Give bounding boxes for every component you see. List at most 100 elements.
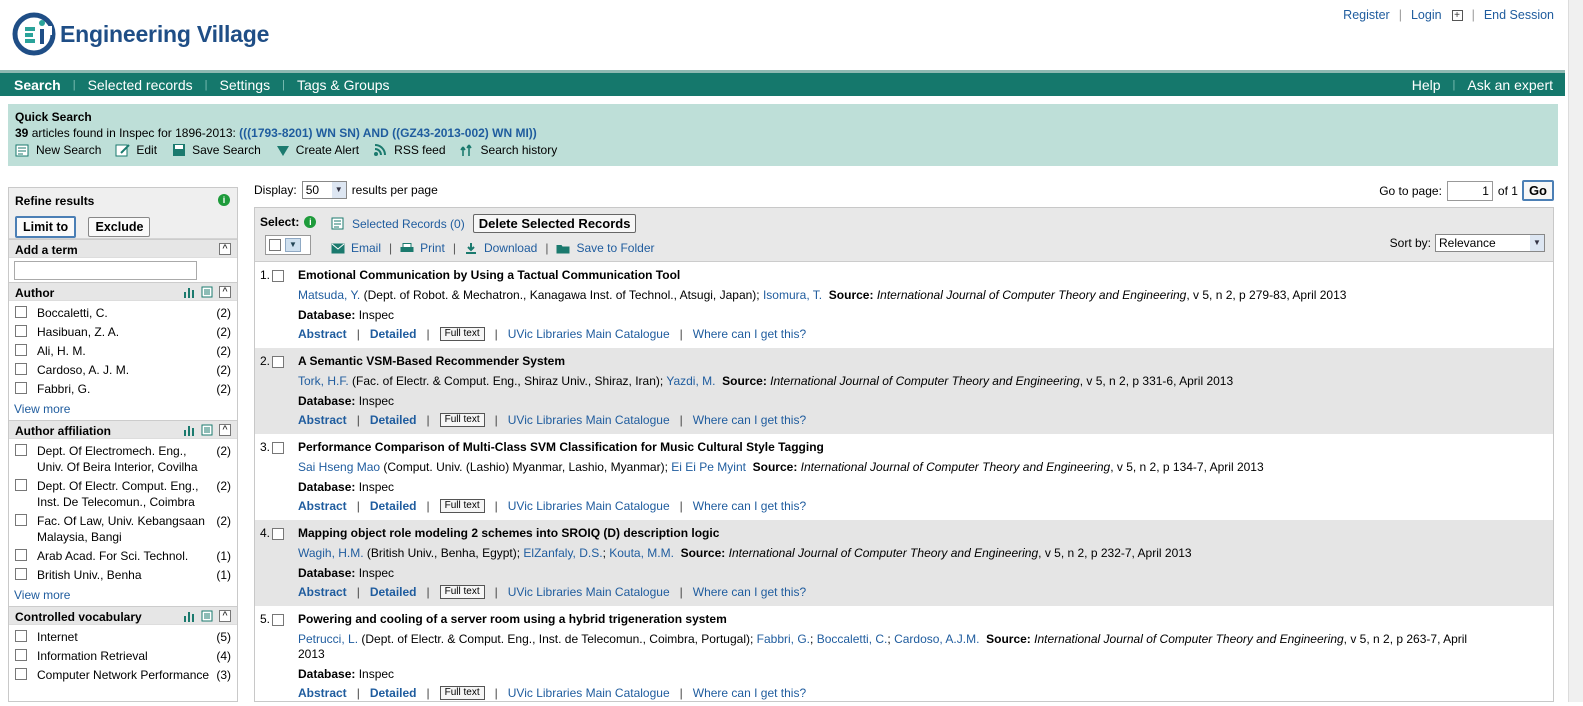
where-get-link[interactable]: Where can I get this?: [693, 327, 806, 341]
end-session-link[interactable]: End Session: [1484, 8, 1554, 22]
chart-icon[interactable]: [183, 286, 195, 298]
facet-checkbox[interactable]: [15, 382, 27, 394]
author-link[interactable]: Boccaletti, C.: [817, 632, 888, 646]
author-link[interactable]: Petrucci, L.: [298, 632, 358, 646]
register-link[interactable]: Register: [1343, 8, 1390, 22]
record-checkbox[interactable]: [272, 441, 285, 454]
tab-settings[interactable]: Settings: [215, 77, 274, 93]
tab-search[interactable]: Search: [10, 77, 65, 93]
expand-icon[interactable]: +: [1451, 9, 1463, 21]
abstract-link[interactable]: Abstract: [298, 686, 347, 700]
author-link[interactable]: Cardoso, A.J.M.: [894, 632, 979, 646]
author-link[interactable]: Isomura, T.: [763, 288, 822, 302]
full-text-button[interactable]: Full text: [439, 686, 485, 700]
catalogue-link[interactable]: UVic Libraries Main Catalogue: [508, 327, 670, 341]
abstract-link[interactable]: Abstract: [298, 413, 347, 427]
facet-checkbox[interactable]: [15, 568, 27, 580]
tab-tags-groups[interactable]: Tags & Groups: [293, 77, 394, 93]
info-icon[interactable]: i: [218, 194, 230, 206]
record-title[interactable]: Performance Comparison of Multi-Class SV…: [298, 440, 1483, 454]
sort-by-select[interactable]: Relevance ▼: [1435, 234, 1545, 252]
catalogue-link[interactable]: UVic Libraries Main Catalogue: [508, 413, 670, 427]
facet-checkbox[interactable]: [15, 444, 27, 456]
logo[interactable]: Engineering Village: [12, 12, 269, 56]
selected-records-link[interactable]: Selected Records (0): [352, 217, 465, 231]
author-link[interactable]: Kouta, M.M.: [609, 546, 674, 560]
delete-selected-button[interactable]: Delete Selected Records: [472, 214, 637, 233]
where-get-link[interactable]: Where can I get this?: [693, 499, 806, 513]
download-button[interactable]: Download: [464, 241, 537, 255]
record-checkbox[interactable]: [272, 355, 285, 368]
go-button[interactable]: Go: [1521, 180, 1554, 201]
catalogue-link[interactable]: UVic Libraries Main Catalogue: [508, 585, 670, 599]
detailed-link[interactable]: Detailed: [370, 327, 417, 341]
where-get-link[interactable]: Where can I get this?: [693, 686, 806, 700]
record-checkbox[interactable]: [272, 613, 285, 626]
tab-selected-records[interactable]: Selected records: [84, 77, 197, 93]
collapse-icon[interactable]: ^: [219, 424, 231, 436]
export-icon[interactable]: [201, 424, 213, 436]
chevron-down-icon[interactable]: ▼: [285, 238, 301, 252]
author-link[interactable]: Wagih, H.M.: [298, 546, 364, 560]
affiliation-view-more-link[interactable]: View more: [14, 588, 70, 602]
search-query-link[interactable]: (((1793-8201) WN SN) AND ((GZ43-2013-002…: [239, 126, 537, 140]
record-checkbox[interactable]: [272, 269, 285, 282]
facet-checkbox[interactable]: [15, 549, 27, 561]
create-alert-button[interactable]: Create Alert: [275, 143, 359, 157]
edit-button[interactable]: Edit: [115, 143, 157, 157]
select-all-checkbox[interactable]: [269, 239, 281, 251]
facet-checkbox[interactable]: [15, 306, 27, 318]
detailed-link[interactable]: Detailed: [370, 413, 417, 427]
export-icon[interactable]: [201, 286, 213, 298]
detailed-link[interactable]: Detailed: [370, 499, 417, 513]
select-all-dropdown[interactable]: ▼: [265, 235, 311, 255]
help-link[interactable]: Help: [1408, 77, 1445, 93]
author-view-more-link[interactable]: View more: [14, 402, 70, 416]
window-scrollbar[interactable]: [1568, 0, 1583, 702]
login-link[interactable]: Login: [1411, 8, 1442, 22]
chart-icon[interactable]: [183, 610, 195, 622]
catalogue-link[interactable]: UVic Libraries Main Catalogue: [508, 686, 670, 700]
search-history-button[interactable]: Search history: [459, 143, 557, 157]
facet-checkbox[interactable]: [15, 363, 27, 375]
author-link[interactable]: ElZanfaly, D.S.: [523, 546, 602, 560]
new-search-button[interactable]: New Search: [15, 143, 101, 157]
print-button[interactable]: Print: [400, 241, 445, 255]
add-term-input[interactable]: [14, 261, 197, 280]
full-text-button[interactable]: Full text: [439, 499, 485, 513]
info-icon[interactable]: i: [304, 216, 317, 228]
record-title[interactable]: A Semantic VSM-Based Recommender System: [298, 354, 1483, 368]
per-page-select[interactable]: 50 ▼: [301, 181, 347, 199]
save-search-button[interactable]: Save Search: [171, 143, 261, 157]
page-number-input[interactable]: [1446, 180, 1493, 201]
facet-checkbox[interactable]: [15, 649, 27, 661]
detailed-link[interactable]: Detailed: [370, 686, 417, 700]
author-link[interactable]: Yazdi, M.: [666, 374, 715, 388]
author-link[interactable]: Matsuda, Y.: [298, 288, 360, 302]
facet-checkbox[interactable]: [15, 479, 27, 491]
author-link[interactable]: Sai Hseng Mao: [298, 460, 380, 474]
where-get-link[interactable]: Where can I get this?: [693, 413, 806, 427]
abstract-link[interactable]: Abstract: [298, 585, 347, 599]
record-title[interactable]: Mapping object role modeling 2 schemes i…: [298, 526, 1483, 540]
full-text-button[interactable]: Full text: [439, 585, 485, 599]
where-get-link[interactable]: Where can I get this?: [693, 585, 806, 599]
facet-checkbox[interactable]: [15, 514, 27, 526]
facet-checkbox[interactable]: [15, 630, 27, 642]
author-link[interactable]: Tork, H.F.: [298, 374, 349, 388]
rss-feed-button[interactable]: RSS feed: [373, 143, 446, 157]
record-title[interactable]: Emotional Communication by Using a Tactu…: [298, 268, 1483, 282]
record-title[interactable]: Powering and cooling of a server room us…: [298, 612, 1483, 626]
full-text-button[interactable]: Full text: [439, 327, 485, 341]
detailed-link[interactable]: Detailed: [370, 585, 417, 599]
author-link[interactable]: Ei Ei Pe Myint: [671, 460, 746, 474]
facet-checkbox[interactable]: [15, 344, 27, 356]
record-checkbox[interactable]: [272, 527, 285, 540]
abstract-link[interactable]: Abstract: [298, 327, 347, 341]
collapse-icon[interactable]: ^: [219, 243, 231, 255]
save-to-folder-button[interactable]: Save to Folder: [556, 241, 655, 255]
facet-checkbox[interactable]: [15, 668, 27, 680]
author-link[interactable]: Fabbri, G.: [757, 632, 810, 646]
limit-to-button[interactable]: Limit to: [15, 216, 77, 238]
catalogue-link[interactable]: UVic Libraries Main Catalogue: [508, 499, 670, 513]
